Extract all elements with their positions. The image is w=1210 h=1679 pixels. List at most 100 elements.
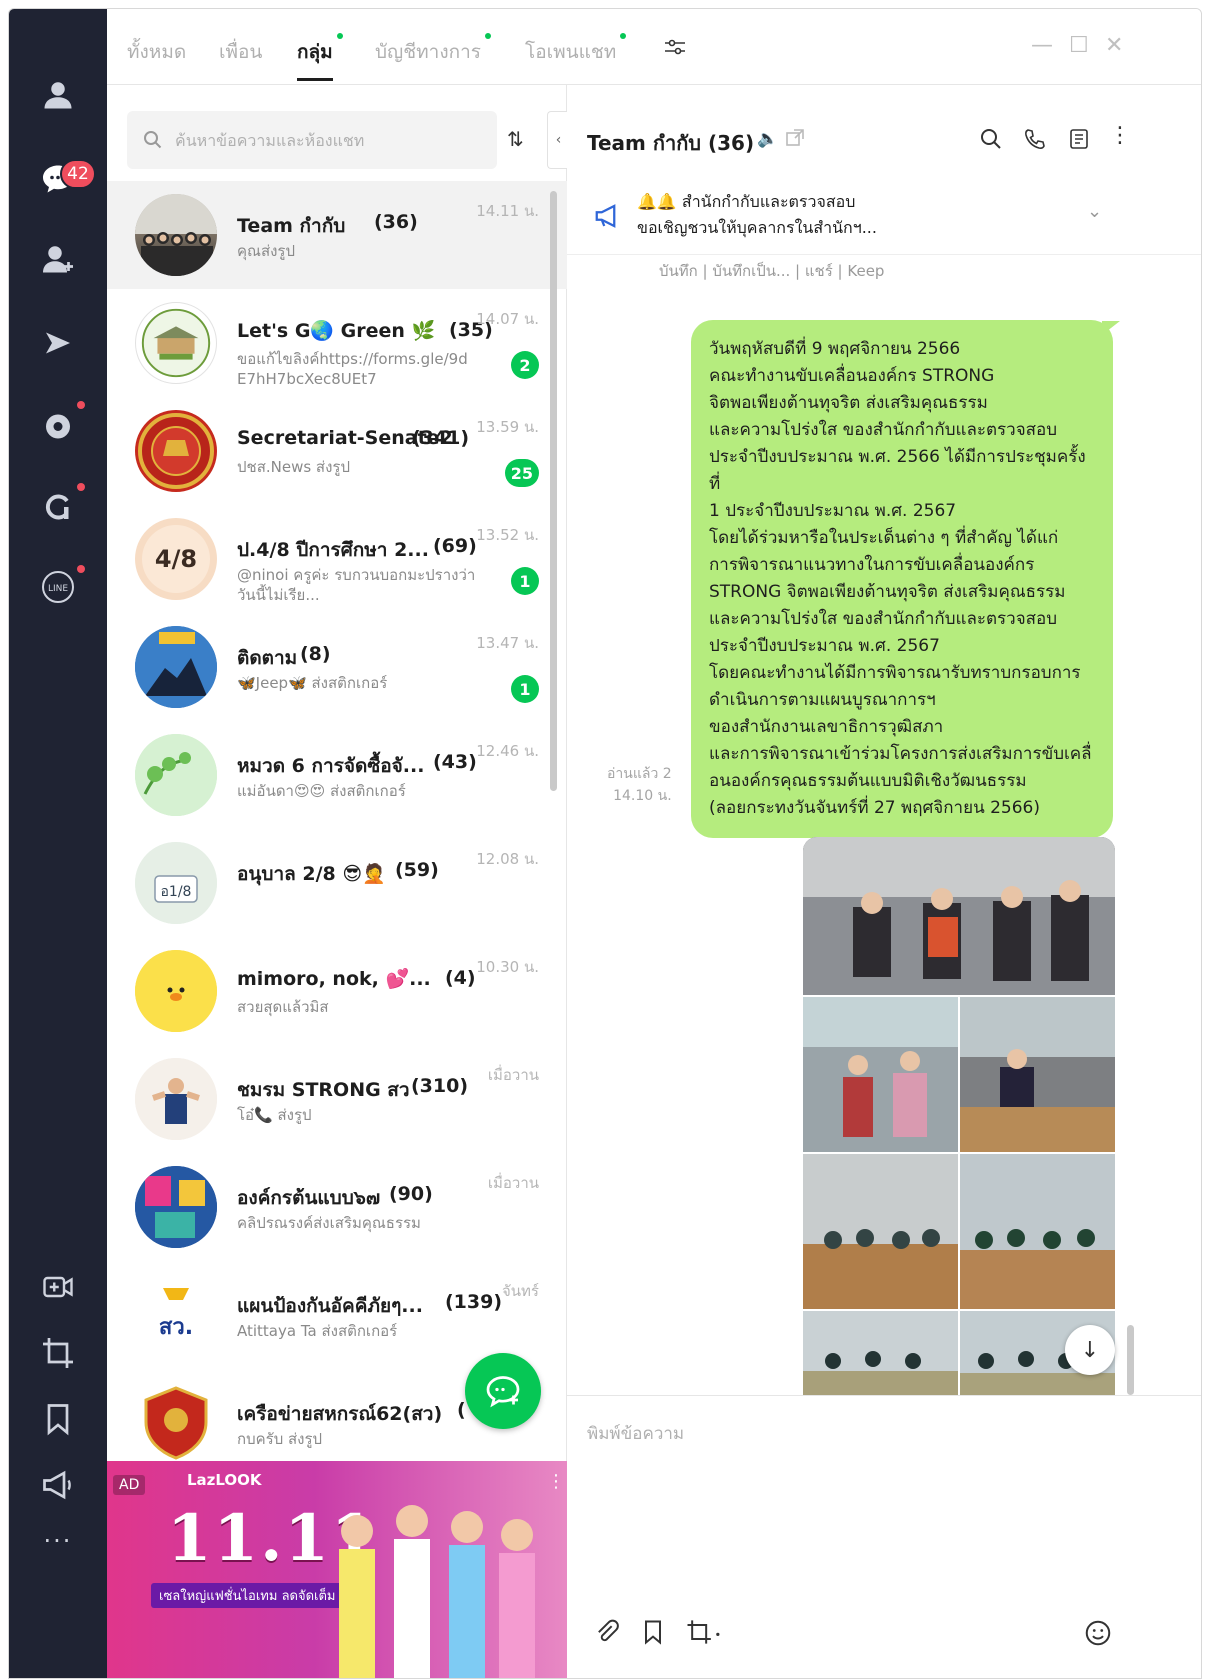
tab-friends[interactable]: เพื่อน xyxy=(219,37,262,67)
line-services-dot xyxy=(77,565,85,573)
line-window: 42 LINE ··· ทั้งหมด เพื่อน กลุ่ม บัญชีทา… xyxy=(8,8,1202,1679)
search-input[interactable] xyxy=(175,130,475,150)
chat-preview: แม่อันดา😍😍 ส่งสติกเกอร์ xyxy=(237,782,406,800)
chat-item[interactable]: องค์กรต้นแบบ๖๗ (90) คลิปรณรงค์ส่งเสริมคุ… xyxy=(107,1153,567,1261)
group-avatar xyxy=(135,950,217,1032)
tab-openchat[interactable]: โอเพนแชท xyxy=(525,33,627,67)
svg-text:4/8: 4/8 xyxy=(155,545,197,573)
message-line: 1 ประจำปีงบประมาณ พ.ศ. 2567 xyxy=(709,501,957,521)
wallet-dot xyxy=(77,483,85,491)
screenshot-icon[interactable] xyxy=(685,1618,725,1650)
chat-item[interactable]: 4/8 ป.4/8 ปีการศึกษา 2... (69) @ninoi คร… xyxy=(107,505,567,613)
keep-icon[interactable] xyxy=(639,1618,667,1650)
message-bubble[interactable]: วันพฤหัสบดีที่ 9 พฤศจิกายน 2566 คณะทำงาน… xyxy=(691,320,1113,838)
maximize-button[interactable]: ☐ xyxy=(1069,33,1089,58)
emoji-icon[interactable] xyxy=(1083,1618,1113,1652)
ad-menu-icon[interactable]: ⋮ xyxy=(547,1471,565,1492)
photo[interactable] xyxy=(803,1311,958,1402)
ad-banner[interactable]: AD LazLOOK 11.11 เซลใหญ่แฟชั่นไอเทม ลดจั… xyxy=(107,1461,567,1678)
notes-icon[interactable] xyxy=(1067,127,1091,155)
announcement-icon[interactable] xyxy=(36,1463,80,1507)
tab-official-dot xyxy=(485,33,491,39)
unread-badge: 1 xyxy=(511,675,539,703)
chat-member-count: (36) xyxy=(374,211,418,233)
chat-member-count: (8) xyxy=(300,643,331,665)
minimize-button[interactable]: — xyxy=(1031,33,1053,58)
photo[interactable] xyxy=(960,1154,1115,1309)
chat-item[interactable]: อ1/8 อนุบาล 2/8 😎🤦 (59) 12.08 น. xyxy=(107,829,567,937)
filter-icon[interactable] xyxy=(663,37,687,62)
message-line: อนองค์กรคุณธรรมต้นแบบมิติเชิงวัฒนธรรม xyxy=(709,771,1027,791)
announcement-actions[interactable]: บันทึก | บันทึกเป็น... | แชร์ | Keep xyxy=(659,259,884,283)
chat-time: เมื่อวาน xyxy=(487,1066,539,1084)
mute-icon[interactable]: 🔈 xyxy=(757,129,778,149)
megaphone-icon xyxy=(595,204,616,228)
sort-icon[interactable]: ⇅ xyxy=(507,127,524,151)
tab-all[interactable]: ทั้งหมด xyxy=(127,37,186,67)
group-avatar xyxy=(135,626,217,708)
message-line: ประจำปีงบประมาณ พ.ศ. 2566 ได้มีการประชุม… xyxy=(709,447,1086,494)
close-button[interactable]: ✕ xyxy=(1105,33,1123,58)
chat-preview: กบครับ ส่งรูป xyxy=(237,1430,323,1448)
photo[interactable] xyxy=(803,997,958,1152)
chat-item[interactable]: mimoro, nok, 💕... (4) สวยสุดแล้วมิส 10.3… xyxy=(107,937,567,1045)
left-rail: 42 LINE ··· xyxy=(9,9,107,1678)
chevron-down-icon[interactable]: ⌄ xyxy=(1087,201,1102,222)
tab-groups[interactable]: กลุ่ม xyxy=(297,33,343,81)
svg-text:LINE: LINE xyxy=(48,584,68,594)
video-call-icon[interactable] xyxy=(36,1265,80,1309)
call-icon[interactable] xyxy=(1023,127,1047,155)
chat-item[interactable]: ติดตาม (8) 🦋Jeep🦋 ส่งสติกเกอร์ 13.47 น. … xyxy=(107,613,567,721)
group-avatar: สว. xyxy=(135,1274,217,1356)
wallet-icon[interactable] xyxy=(36,485,80,529)
line-services-icon[interactable]: LINE xyxy=(36,565,80,609)
conversation-pane: Team กำกับ (36) 🔈 ⋮ 🔔🔔 สำนักกำกับและตรวจ… xyxy=(567,85,1201,1678)
collapse-pane-button[interactable]: ‹ xyxy=(547,111,569,169)
search-icon[interactable] xyxy=(979,127,1003,155)
scroll-to-bottom-button[interactable]: ↓ xyxy=(1065,1325,1115,1375)
group-avatar xyxy=(135,302,217,384)
unread-badge: 2 xyxy=(511,351,539,379)
friends-icon[interactable] xyxy=(36,73,80,117)
chat-list-scrollbar[interactable] xyxy=(550,191,557,791)
chat-preview: ปชส.News ส่งรูป xyxy=(237,458,350,476)
keep-icon[interactable] xyxy=(36,1397,80,1441)
chat-item[interactable]: Let's G🌏 Green 🌿 (35) ขอแก้ไขลิงค์https:… xyxy=(107,289,567,397)
chat-preview: สวยสุดแล้วมิส xyxy=(237,998,329,1016)
message-input[interactable] xyxy=(587,1420,1107,1540)
announcement-bar[interactable]: 🔔🔔 สำนักกำกับและตรวจสอบ ขอเชิญชวนให้บุคล… xyxy=(567,177,1201,255)
openchat-icon[interactable] xyxy=(36,403,80,447)
crop-icon[interactable] xyxy=(36,1331,80,1375)
chat-name: ป.4/8 ปีการศึกษา 2... xyxy=(237,539,429,561)
chat-name: แผนป้องกันอัคคีภัยๆ... xyxy=(237,1295,423,1317)
more-icon[interactable]: ··· xyxy=(36,1519,80,1563)
add-friend-icon[interactable] xyxy=(36,237,80,281)
chat-item[interactable]: ชมรม STRONG สว (310) โอ๋📞 ส่งรูป เมื่อวา… xyxy=(107,1045,567,1153)
photo[interactable] xyxy=(803,837,1115,995)
group-avatar xyxy=(135,410,217,492)
chat-item[interactable]: หมวด 6 การจัดซื้อจั... (43) แม่อันดา😍😍 ส… xyxy=(107,721,567,829)
more-options-icon[interactable]: ⋮ xyxy=(1109,123,1131,148)
attach-icon[interactable] xyxy=(593,1618,621,1650)
chat-name: mimoro, nok, 💕... xyxy=(237,968,431,990)
message-line: โดยได้ร่วมหารือในประเด็นต่าง ๆ ที่สำคัญ … xyxy=(709,528,1059,548)
photo[interactable] xyxy=(803,1154,958,1309)
popout-icon[interactable] xyxy=(785,128,805,152)
chat-time: 10.30 น. xyxy=(476,958,539,976)
photo[interactable] xyxy=(960,997,1115,1152)
conversation-scrollbar[interactable] xyxy=(1127,1325,1134,1395)
photo-album[interactable] xyxy=(803,837,1115,1402)
voom-icon[interactable] xyxy=(36,321,80,365)
chat-item[interactable]: Team กำกับ (36) คุณส่งรูป 14.11 น. xyxy=(107,181,567,289)
chat-member-count: (90) xyxy=(389,1183,433,1205)
new-chat-button[interactable] xyxy=(465,1353,541,1429)
chat-item[interactable]: Secretariat-Senate2 (341) ปชส.News ส่งรู… xyxy=(107,397,567,505)
group-avatar xyxy=(135,1382,217,1464)
message-line: การพิจารณาแนวทางในการขับเคลื่อนองค์กร xyxy=(709,555,1035,575)
unread-badge: 1 xyxy=(511,567,539,595)
chat-time: 13.59 น. xyxy=(476,418,539,436)
tab-groups-dot xyxy=(336,33,343,39)
chat-unread-badge: 42 xyxy=(60,159,96,189)
new-chat-icon xyxy=(486,1376,520,1408)
tab-official-accounts[interactable]: บัญชีทางการ xyxy=(375,33,491,67)
